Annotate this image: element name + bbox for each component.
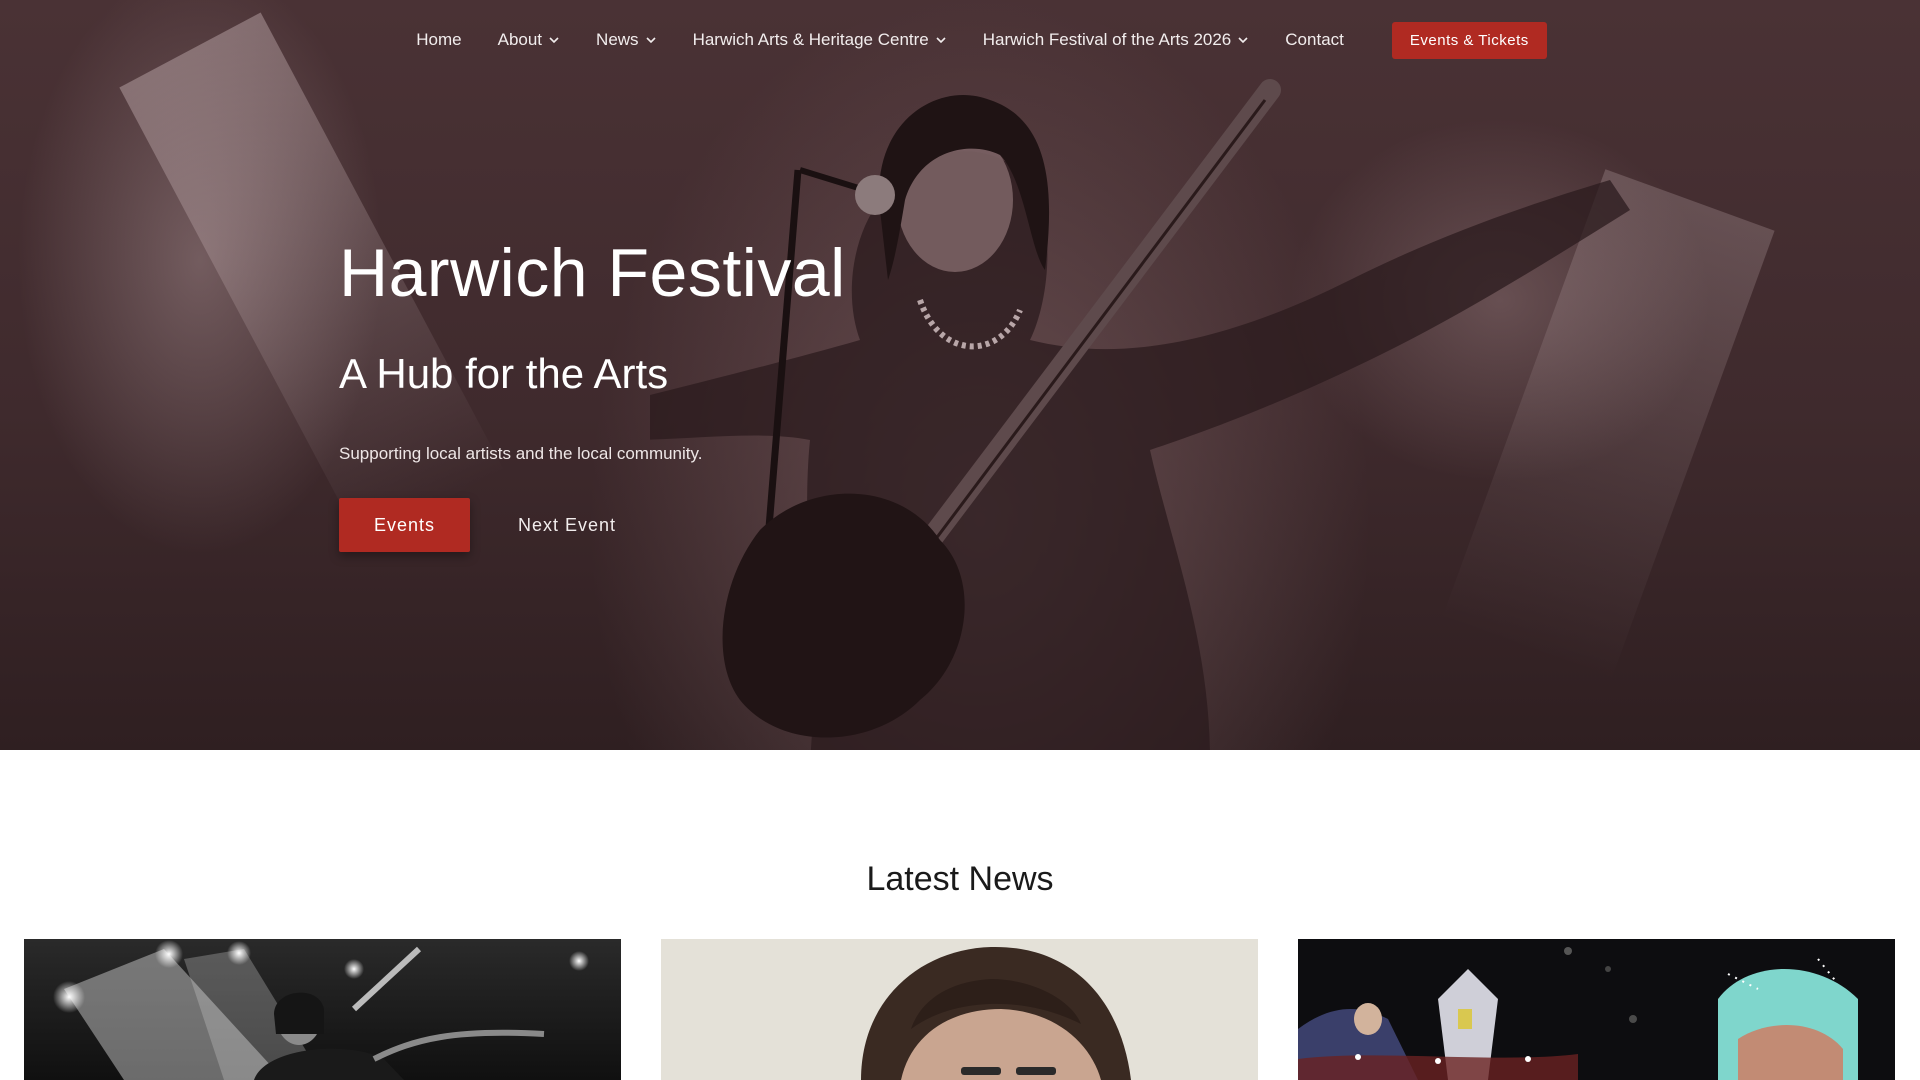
- chevron-down-icon: [645, 37, 656, 44]
- events-button[interactable]: Events: [339, 498, 470, 552]
- nav-item-label: Contact: [1285, 30, 1344, 49]
- nav-item-label: About: [497, 30, 543, 49]
- chevron-down-icon: [936, 37, 946, 44]
- news-card-image-portrait[interactable]: [661, 939, 1258, 1080]
- nav-item-label: News: [596, 30, 639, 49]
- nav-item-label: Home: [416, 30, 462, 49]
- nav-item-arts-heritage-centre[interactable]: Harwich Arts & Heritage Centre: [693, 30, 947, 50]
- hero-content: Harwich Festival A Hub for the Arts Supp…: [339, 232, 846, 552]
- latest-news-heading: Latest News: [866, 860, 1054, 898]
- hero-text: Supporting local artists and the local c…: [339, 444, 703, 463]
- news-card-photo: [24, 939, 621, 1080]
- chevron-down-icon: [549, 37, 559, 44]
- nav-list: Home About News Harwich Arts & Heritage …: [398, 30, 1362, 50]
- news-card-photo: [1298, 939, 1895, 1080]
- main-navigation: Home About News Harwich Arts & Heritage …: [0, 0, 1920, 80]
- nav-item-festival-2026[interactable]: Harwich Festival of the Arts 2026: [983, 30, 1250, 50]
- next-event-link[interactable]: Next Event: [518, 515, 616, 536]
- events-tickets-button[interactable]: Events & Tickets: [1391, 21, 1547, 59]
- news-card-image-performer[interactable]: [24, 939, 621, 1080]
- nav-item-home[interactable]: Home: [416, 30, 461, 50]
- nav-item-label: Harwich Festival of the Arts 2026: [982, 30, 1232, 49]
- news-cards: [24, 939, 1895, 1080]
- hero-buttons: Events Next Event: [339, 498, 846, 552]
- nav-item-news[interactable]: News: [596, 30, 657, 50]
- news-card-image-parade[interactable]: [1298, 939, 1895, 1080]
- nav-item-label: Harwich Arts & Heritage Centre: [692, 30, 929, 49]
- nav-item-contact[interactable]: Contact: [1285, 30, 1344, 50]
- hero-title: Harwich Festival: [339, 235, 846, 311]
- nav-item-about[interactable]: About: [498, 30, 560, 50]
- chevron-down-icon: [1238, 37, 1248, 44]
- hero-subtitle: A Hub for the Arts: [339, 350, 669, 397]
- hero-section: Home About News Harwich Arts & Heritage …: [0, 0, 1920, 750]
- news-card-photo: [661, 939, 1258, 1080]
